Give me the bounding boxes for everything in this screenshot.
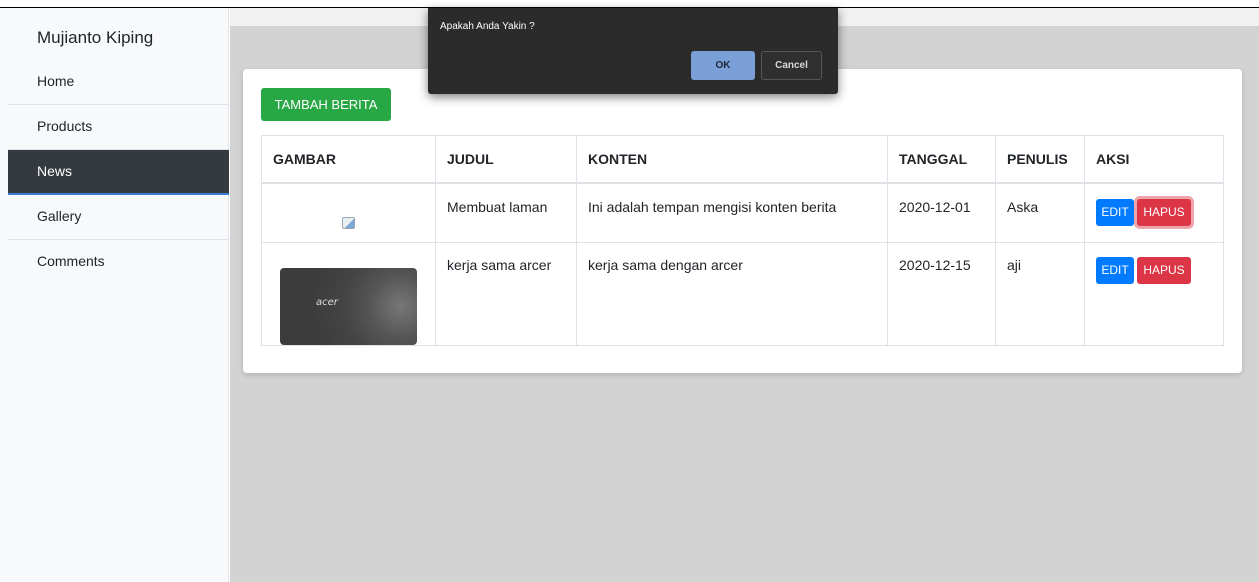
table-row: acer kerja sama arcer kerja sama dengan … bbox=[261, 241, 1224, 346]
sidebar-item-products[interactable]: Products bbox=[8, 105, 229, 150]
sidebar-item-news[interactable]: News bbox=[8, 150, 229, 195]
dialog-cancel-button[interactable]: Cancel bbox=[761, 51, 822, 80]
sidebar-item-comments[interactable]: Comments bbox=[8, 240, 229, 285]
sidebar-item-gallery[interactable]: Gallery bbox=[8, 195, 229, 240]
acer-thumbnail-image: acer bbox=[280, 267, 417, 345]
delete-button[interactable]: HAPUS bbox=[1137, 256, 1191, 284]
konten-cell: Ini adalah tempan mengisi konten berita bbox=[576, 182, 888, 243]
delete-button[interactable]: HAPUS bbox=[1137, 199, 1191, 226]
tanggal-cell: 2020-12-01 bbox=[887, 182, 996, 243]
image-cell bbox=[261, 182, 436, 243]
edit-button[interactable]: EDIT bbox=[1096, 199, 1134, 226]
brand-title[interactable]: Mujianto Kiping bbox=[0, 8, 228, 60]
penulis-cell: Aska bbox=[995, 182, 1085, 243]
col-tanggal: TANGGAL bbox=[887, 135, 996, 184]
judul-cell: kerja sama arcer bbox=[435, 241, 577, 346]
aksi-cell: EDIT HAPUS bbox=[1084, 182, 1224, 243]
tanggal-cell: 2020-12-15 bbox=[887, 241, 996, 346]
penulis-cell: aji bbox=[995, 241, 1085, 346]
table-header-row: GAMBAR JUDUL KONTEN TANGGAL PENULIS AKSI bbox=[261, 135, 1224, 184]
sidebar-item-home[interactable]: Home bbox=[8, 60, 229, 105]
table-row: Membuat laman Ini adalah tempan mengisi … bbox=[261, 182, 1224, 243]
col-penulis: PENULIS bbox=[995, 135, 1085, 184]
dialog-ok-button[interactable]: OK bbox=[691, 51, 755, 80]
news-table: GAMBAR JUDUL KONTEN TANGGAL PENULIS AKSI… bbox=[261, 135, 1224, 346]
konten-cell: kerja sama dengan arcer bbox=[576, 241, 888, 346]
image-cell: acer bbox=[261, 241, 436, 346]
col-aksi: AKSI bbox=[1084, 135, 1224, 184]
col-gambar: GAMBAR bbox=[261, 135, 436, 184]
thumbnail-logo-text: acer bbox=[316, 296, 338, 308]
col-konten: KONTEN bbox=[576, 135, 888, 184]
aksi-cell: EDIT HAPUS bbox=[1084, 241, 1224, 346]
add-news-button[interactable]: TAMBAH BERITA bbox=[261, 88, 391, 121]
col-judul: JUDUL bbox=[435, 135, 577, 184]
broken-image-icon bbox=[342, 217, 355, 229]
dialog-message: Apakah Anda Yakin ? bbox=[440, 21, 535, 32]
judul-cell: Membuat laman bbox=[435, 182, 577, 243]
edit-button[interactable]: EDIT bbox=[1096, 256, 1134, 284]
confirm-dialog: Apakah Anda Yakin ? OK Cancel bbox=[428, 8, 838, 94]
